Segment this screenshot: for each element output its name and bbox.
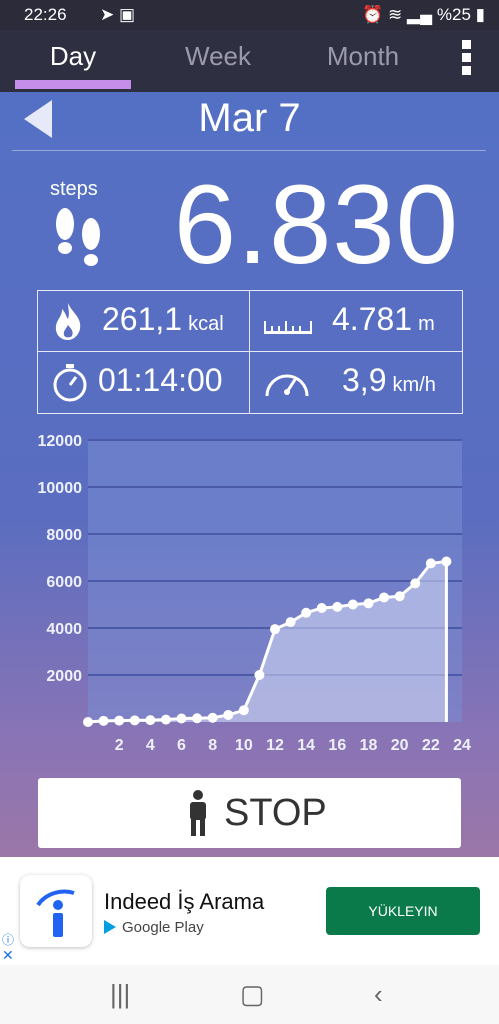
speed-cell: 3,9 km/h (250, 352, 461, 412)
data-point (425, 558, 436, 569)
telegram-icon: ➤ ▣ (100, 5, 136, 24)
data-point (347, 599, 358, 610)
signal-icon: ▂▄ (407, 5, 433, 24)
person-icon (190, 790, 206, 836)
x-tick-label: 2 (115, 737, 124, 754)
ad-app-icon[interactable] (20, 875, 92, 947)
wifi-icon: ≋ (388, 5, 403, 24)
speedometer-icon (265, 374, 309, 397)
status-bar: 22:26 ➤ ▣ ⏰ ≋ ▂▄ %25 ▮ (0, 0, 499, 30)
back-icon[interactable]: ‹ (374, 979, 383, 1010)
calories-value: 261,1 kcal (102, 301, 224, 337)
data-point (98, 715, 109, 726)
distance-cell: 4.781 m (250, 291, 461, 351)
data-point (114, 715, 125, 726)
divider (12, 150, 486, 151)
x-tick-label: 10 (235, 737, 253, 754)
data-point (379, 592, 390, 603)
distance-value: 4.781 m (332, 301, 435, 337)
data-point (207, 712, 218, 723)
y-tick-label: 10000 (38, 480, 83, 497)
duration-cell: 01:14:00 (38, 352, 249, 412)
footprints-icon (56, 208, 100, 266)
y-tick-label: 4000 (46, 621, 82, 638)
steps-chart: 200040006000800010000120002 4 6 8 10 12 14 16 18… (38, 433, 472, 754)
x-tick-label: 24 (453, 737, 471, 754)
system-nav-bar: ||| ▢ ‹ (0, 965, 499, 1024)
data-point (129, 715, 140, 726)
data-point (394, 591, 405, 602)
stats-grid: 261,1 kcal 4.781 m 01:14:00 3,9 km/h (37, 290, 463, 414)
data-point (254, 670, 265, 680)
stop-button[interactable]: STOP (38, 778, 461, 848)
x-tick-label: 4 (146, 737, 155, 754)
tab-bar: Day Week Month (0, 30, 499, 92)
x-tick-label: 16 (328, 737, 346, 754)
home-icon[interactable]: ▢ (240, 979, 265, 1010)
data-point (410, 578, 421, 589)
main-panel: Mar 7 steps 6.830 261,1 kcal 4.781 m 01:… (0, 92, 499, 857)
status-right: ⏰ ≋ ▂▄ %25 ▮ (362, 5, 485, 25)
indeed-logo-icon (36, 889, 75, 937)
ad-title[interactable]: Indeed İş Arama (104, 889, 264, 915)
data-point (192, 713, 203, 724)
tab-month[interactable]: Month (304, 30, 422, 92)
google-play-icon (104, 920, 116, 934)
alarm-icon: ⏰ (362, 5, 384, 24)
data-point (332, 601, 343, 612)
x-tick-label: 8 (208, 737, 217, 754)
y-tick-label: 12000 (38, 433, 83, 450)
recents-icon[interactable]: ||| (110, 979, 130, 1010)
stopwatch-icon (53, 364, 87, 402)
data-point (316, 603, 327, 614)
x-tick-label: 22 (422, 737, 440, 754)
overflow-menu-icon[interactable] (458, 38, 474, 78)
data-point (176, 713, 187, 724)
ad-info-icon[interactable]: ⓘ (2, 931, 14, 948)
tab-week[interactable]: Week (160, 30, 276, 92)
data-point (285, 617, 296, 628)
data-point (363, 598, 374, 609)
x-tick-label: 20 (391, 737, 409, 754)
x-tick-label: 6 (177, 737, 186, 754)
y-tick-label: 6000 (46, 574, 82, 591)
data-point (238, 705, 249, 716)
active-tab-indicator (15, 80, 131, 89)
stop-label: STOP (224, 792, 327, 834)
ruler-icon (264, 321, 312, 334)
data-point (160, 714, 171, 725)
data-point (223, 709, 234, 720)
ad-install-button[interactable]: YÜKLEYIN (326, 887, 480, 935)
data-point (270, 624, 280, 635)
data-point (441, 556, 452, 567)
x-tick-label: 14 (297, 737, 315, 754)
steps-label: steps (50, 178, 98, 200)
y-tick-label: 8000 (46, 527, 82, 544)
x-tick-label: 18 (360, 737, 378, 754)
speed-value: 3,9 km/h (342, 362, 436, 398)
status-time: 22:26 (24, 5, 67, 24)
date-title: Mar 7 (198, 96, 301, 140)
battery-icon: ▮ (475, 5, 485, 24)
ad-banner[interactable]: Indeed İş Arama Google Play YÜKLEYIN ⓘ ✕ (0, 857, 499, 965)
data-point (145, 715, 156, 726)
duration-value: 01:14:00 (98, 362, 223, 398)
flame-icon (55, 303, 81, 340)
steps-count: 6.830 (173, 162, 459, 287)
y-tick-label: 2000 (46, 668, 82, 685)
data-point (83, 717, 93, 727)
x-tick-label: 12 (266, 737, 284, 754)
battery-text: %25 (436, 5, 471, 24)
ad-store: Google Play (104, 919, 204, 936)
calories-cell: 261,1 kcal (38, 291, 249, 351)
data-point (301, 607, 312, 618)
ad-close-icon[interactable]: ✕ (2, 947, 14, 964)
